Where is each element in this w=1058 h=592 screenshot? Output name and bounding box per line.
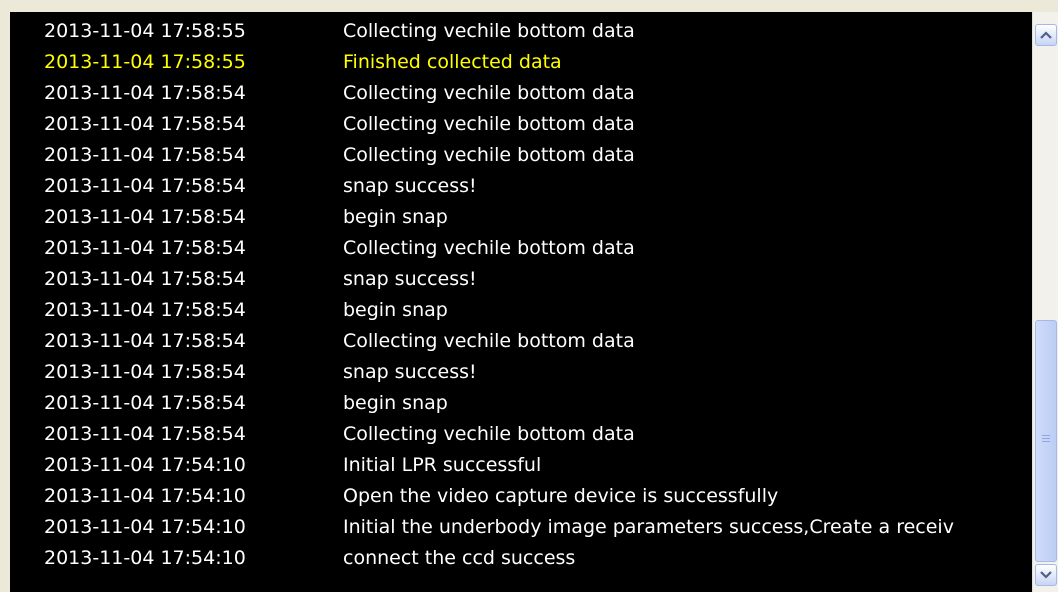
scroll-thumb[interactable] (1035, 320, 1057, 562)
log-row[interactable]: 2013-11-04 17:58:54 Collecting vechile bo… (10, 78, 1032, 109)
log-timestamp: 2013-11-04 17:58:54 (44, 299, 246, 321)
log-window: 2013-11-04 17:58:55 Collecting vechile bo… (0, 0, 1058, 592)
log-message: Collecting vechile bottom data (343, 20, 635, 42)
scroll-down-button[interactable] (1035, 564, 1057, 586)
log-row[interactable]: 2013-11-04 17:58:54 Collecting vechile bo… (10, 326, 1032, 357)
log-message: snap success! (343, 361, 477, 383)
log-timestamp: 2013-11-04 17:54:10 (44, 485, 246, 507)
vertical-scrollbar[interactable] (1032, 12, 1058, 592)
log-row[interactable]: 2013-11-04 17:58:54 begin snap (10, 202, 1032, 233)
log-timestamp: 2013-11-04 17:54:10 (44, 454, 246, 476)
log-list: 2013-11-04 17:58:55 Collecting vechile bo… (10, 16, 1032, 574)
log-timestamp: 2013-11-04 17:58:54 (44, 237, 246, 259)
log-timestamp: 2013-11-04 17:58:54 (44, 392, 246, 414)
log-message: Finished collected data (343, 51, 562, 73)
log-message: connect the ccd success (343, 547, 576, 569)
scroll-up-button[interactable] (1035, 24, 1057, 46)
log-row[interactable]: 2013-11-04 17:54:10 Open the video captur… (10, 481, 1032, 512)
log-timestamp: 2013-11-04 17:58:54 (44, 268, 246, 290)
log-row[interactable]: 2013-11-04 17:58:54 Collecting vechile bo… (10, 109, 1032, 140)
log-row[interactable]: 2013-11-04 17:58:54 Collecting vechile bo… (10, 140, 1032, 171)
log-row[interactable]: 2013-11-04 17:58:54 snap success! (10, 357, 1032, 388)
log-timestamp: 2013-11-04 17:58:55 (44, 20, 246, 42)
log-row[interactable]: 2013-11-04 17:54:10 Initial LPR successfu… (10, 450, 1032, 481)
log-message: begin snap (343, 206, 448, 228)
log-timestamp: 2013-11-04 17:58:55 (44, 51, 246, 73)
log-message: begin snap (343, 392, 448, 414)
log-row[interactable]: 2013-11-04 17:58:54 begin snap (10, 295, 1032, 326)
log-timestamp: 2013-11-04 17:58:54 (44, 330, 246, 352)
log-message: Initial the underbody image parameters s… (343, 516, 954, 538)
log-timestamp: 2013-11-04 17:58:54 (44, 144, 246, 166)
log-timestamp: 2013-11-04 17:58:54 (44, 206, 246, 228)
log-panel: 2013-11-04 17:58:55 Collecting vechile bo… (10, 12, 1032, 592)
log-row[interactable]: 2013-11-04 17:58:55 Collecting vechile bo… (10, 16, 1032, 47)
log-timestamp: 2013-11-04 17:58:54 (44, 82, 246, 104)
log-row[interactable]: 2013-11-04 17:54:10 Initial the underbody… (10, 512, 1032, 543)
log-message: Collecting vechile bottom data (343, 330, 635, 352)
log-timestamp: 2013-11-04 17:54:10 (44, 516, 246, 538)
log-timestamp: 2013-11-04 17:54:10 (44, 547, 246, 569)
log-message: Collecting vechile bottom data (343, 144, 635, 166)
log-row[interactable]: 2013-11-04 17:58:54 snap success! (10, 264, 1032, 295)
log-message: Collecting vechile bottom data (343, 237, 635, 259)
log-message: snap success! (343, 175, 477, 197)
log-timestamp: 2013-11-04 17:58:54 (44, 361, 246, 383)
log-timestamp: 2013-11-04 17:58:54 (44, 113, 246, 135)
log-message: begin snap (343, 299, 448, 321)
log-message: Collecting vechile bottom data (343, 113, 635, 135)
log-message: Collecting vechile bottom data (343, 423, 635, 445)
chevron-up-icon (1040, 31, 1052, 39)
log-timestamp: 2013-11-04 17:58:54 (44, 175, 246, 197)
log-message: snap success! (343, 268, 477, 290)
log-message: Open the video capture device is success… (343, 485, 779, 507)
log-row[interactable]: 2013-11-04 17:58:54 Collecting vechile bo… (10, 419, 1032, 450)
log-row[interactable]: 2013-11-04 17:58:55 Finished collected da… (10, 47, 1032, 78)
chevron-down-icon (1040, 571, 1052, 579)
log-row[interactable]: 2013-11-04 17:54:10 connect the ccd succe… (10, 543, 1032, 574)
log-message: Initial LPR successful (343, 454, 542, 476)
log-row[interactable]: 2013-11-04 17:58:54 snap success! (10, 171, 1032, 202)
grip-icon (1042, 435, 1050, 444)
log-timestamp: 2013-11-04 17:58:54 (44, 423, 246, 445)
log-row[interactable]: 2013-11-04 17:58:54 begin snap (10, 388, 1032, 419)
log-row[interactable]: 2013-11-04 17:58:54 Collecting vechile bo… (10, 233, 1032, 264)
log-message: Collecting vechile bottom data (343, 82, 635, 104)
